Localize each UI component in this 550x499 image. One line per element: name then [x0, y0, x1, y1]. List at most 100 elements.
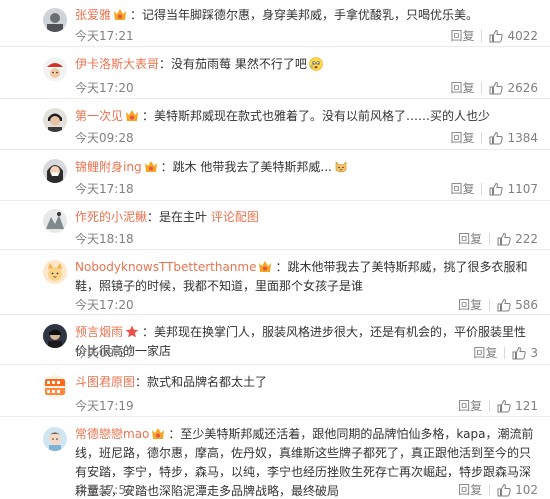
like-count: 1107 [507, 181, 538, 196]
colon: ： [135, 375, 148, 389]
comment-item: 第一次见 ：美特斯邦威现在款式也雅着了。没有以前风格了……买的人也少 今天09:2… [0, 99, 550, 150]
colon: ： [130, 8, 143, 22]
comment-text: 记得当年脚踩德尔惠，身穿美邦威，手拿优酸乳，只喝优乐美。 [142, 8, 479, 22]
action-divider [481, 131, 483, 144]
avatar[interactable] [43, 159, 67, 183]
comment-item: 作死的小泥鳅：是在主叶 评论配图 今天18:18 回复 222 [0, 201, 550, 250]
reply-button[interactable]: 回复 [450, 129, 474, 146]
vip-badge-icon [113, 8, 127, 21]
like-button[interactable]: 4022 [489, 29, 538, 43]
like-button[interactable]: 586 [497, 298, 538, 312]
like-button[interactable]: 2626 [489, 81, 538, 95]
comment-image-link[interactable]: 评论配图 [211, 210, 259, 224]
colon: ： [275, 260, 288, 274]
reply-button[interactable]: 回复 [458, 481, 482, 498]
reply-button[interactable]: 回复 [450, 79, 474, 96]
timestamp: 今天09:28 [75, 131, 134, 145]
avatar[interactable] [43, 209, 67, 233]
avatar[interactable] [43, 108, 67, 132]
cat-face-icon [334, 160, 348, 174]
timestamp: 今天17:52 [75, 483, 134, 497]
avatar[interactable] [43, 260, 67, 284]
comment-list: 张爱雅 ：记得当年脚踩德尔惠，身穿美邦威，手拿优酸乳，只喝优乐美。 今天17:21… [0, 0, 550, 499]
reply-button[interactable]: 回复 [458, 296, 482, 313]
comment-item: 伊卡洛斯大表哥：没有茄雨莓 果然不行了吧 今天17:20 回复 2626 [0, 47, 550, 99]
username[interactable]: NobodyknowsTTbetterthanme [75, 260, 256, 274]
like-button[interactable]: 222 [497, 232, 538, 246]
colon: ： [147, 210, 160, 224]
thumbs-up-icon [489, 131, 504, 144]
avatar[interactable] [43, 427, 67, 451]
avatar[interactable] [43, 375, 67, 399]
star-badge-icon [125, 325, 139, 338]
username[interactable]: 伊卡洛斯大表哥 [75, 57, 159, 71]
comment-text: 美特斯邦威现在款式也雅着了。没有以前风格了……买的人也少 [154, 109, 491, 123]
action-divider [481, 81, 483, 94]
action-divider [489, 298, 491, 311]
timestamp: 今天17:19 [75, 399, 134, 413]
thumbs-up-icon [489, 29, 504, 42]
avatar[interactable] [43, 324, 67, 348]
thumbs-up-icon [497, 232, 511, 245]
action-divider [481, 29, 483, 42]
crying-face-icon [309, 57, 323, 71]
timestamp: 今天17:18 [75, 182, 134, 196]
thumbs-up-icon [512, 346, 527, 359]
comment-text: 跳木 他带我去了美特斯邦威... [172, 160, 332, 174]
username[interactable]: 第一次见 [75, 109, 123, 123]
comment-item: NobodyknowsTTbetterthanme ：跳木他带我去了美特斯邦威，挑… [0, 250, 550, 315]
vip-badge-icon [144, 160, 158, 173]
vip-badge-icon [151, 427, 165, 440]
username[interactable]: 张爱雅 [75, 8, 111, 22]
like-count: 1384 [507, 130, 538, 145]
timestamp: 今天09:27 [75, 346, 134, 360]
timestamp: 今天17:20 [75, 81, 134, 95]
like-button[interactable]: 3 [512, 346, 538, 360]
like-count: 4022 [507, 28, 538, 43]
vip-badge-icon [258, 260, 272, 273]
username[interactable]: 预言烟雨 [75, 325, 123, 339]
colon: ： [168, 427, 181, 441]
colon: ： [142, 109, 155, 123]
thumbs-up-icon [497, 399, 511, 412]
colon: ： [159, 57, 172, 71]
username[interactable]: 作死的小泥鳅 [75, 210, 147, 224]
action-divider [489, 399, 491, 412]
reply-button[interactable]: 回复 [458, 230, 482, 247]
username[interactable]: 常德戀戀mao [75, 427, 149, 441]
like-count: 2626 [507, 80, 538, 95]
colon: ： [160, 160, 173, 174]
action-divider [504, 346, 506, 359]
like-button[interactable]: 102 [497, 483, 538, 497]
timestamp: 今天17:21 [75, 29, 134, 43]
reply-button[interactable]: 回复 [450, 180, 474, 197]
thumbs-up-icon [489, 81, 504, 94]
thumbs-up-icon [497, 298, 511, 311]
thumbs-up-icon [497, 483, 511, 496]
thumbs-up-icon [489, 182, 504, 195]
timestamp: 今天17:20 [75, 298, 134, 312]
like-button[interactable]: 1384 [489, 131, 538, 145]
comment-item: 斗图君原图：款式和品牌名都太土了 今天17:19 回复 121 [0, 365, 550, 417]
reply-button[interactable]: 回复 [450, 27, 474, 44]
like-count: 121 [515, 398, 538, 413]
like-button[interactable]: 121 [497, 399, 538, 413]
vip-badge-icon [125, 109, 139, 122]
comment-item: 预言烟雨 ：美邦现在换掌门人，服装风格进步很大，还是有机会的，平价服装里性价比很高… [0, 315, 550, 365]
avatar[interactable] [43, 8, 67, 32]
username[interactable]: 斗图君原图 [75, 375, 135, 389]
reply-button[interactable]: 回复 [473, 344, 497, 361]
comment-item: 张爱雅 ：记得当年脚踩德尔惠，身穿美邦威，手拿优酸乳，只喝优乐美。 今天17:21… [0, 0, 550, 47]
reply-button[interactable]: 回复 [458, 397, 482, 414]
comment-text: 是在主叶 [159, 210, 208, 224]
action-divider [489, 483, 491, 496]
avatar[interactable] [43, 57, 67, 81]
like-button[interactable]: 1107 [489, 182, 538, 196]
comment-text: 没有茄雨莓 果然不行了吧 [171, 57, 307, 71]
comment-item: 常德戀戀mao ：至少美特斯邦威还活着，跟他同期的品牌怕仙多格，kapa，潮流前线… [0, 417, 550, 499]
action-divider [481, 182, 483, 195]
username[interactable]: 锦鲤附身ing [75, 160, 142, 174]
like-count: 102 [515, 482, 538, 497]
like-count: 222 [515, 231, 538, 246]
comment-text: 款式和品牌名都太土了 [147, 375, 268, 389]
